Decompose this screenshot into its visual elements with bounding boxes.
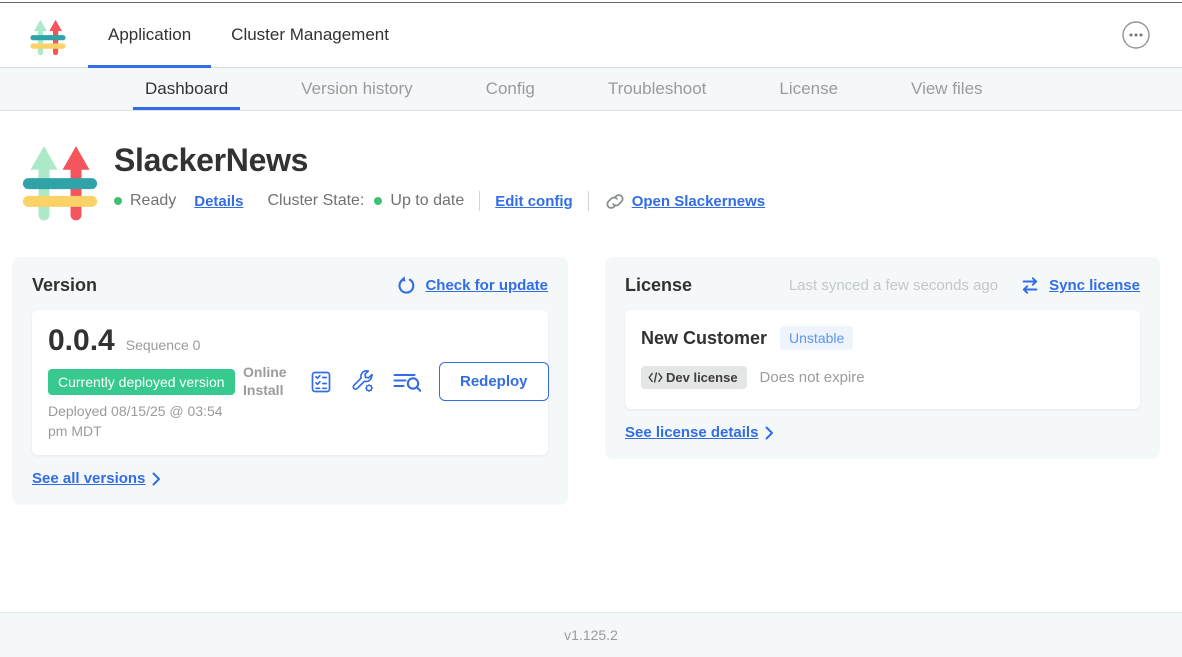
tab-version-history-label: Version history <box>301 79 413 99</box>
license-type-badge-label: Dev license <box>666 370 738 385</box>
check-for-update[interactable]: Check for update <box>397 276 548 295</box>
license-type-badge: Dev license <box>641 366 747 389</box>
see-license-details[interactable]: See license details <box>625 424 1140 441</box>
sync-license-link[interactable]: Sync license <box>1049 277 1140 294</box>
cluster-state-value: Up to date <box>390 192 464 210</box>
customer-name: New Customer <box>641 328 767 349</box>
wrench-gear-icon <box>349 368 376 395</box>
current-version-panel: 0.0.4 Sequence 0 Currently deployed vers… <box>32 310 548 455</box>
code-icon <box>648 372 663 383</box>
link-icon <box>604 192 626 211</box>
license-details-panel: New Customer Unstable Dev license Does n… <box>625 310 1140 409</box>
see-all-versions-link[interactable]: See all versions <box>32 470 145 487</box>
tab-view-files-label: View files <box>911 79 983 99</box>
app-status-dot <box>114 197 122 205</box>
chevron-right-icon <box>152 472 161 486</box>
tab-troubleshoot[interactable]: Troubleshoot <box>596 68 719 110</box>
version-card: Version Check for update 0.0.4 Sequence … <box>12 257 568 505</box>
sequence-label: Sequence 0 <box>126 337 201 353</box>
tab-cluster-management-label: Cluster Management <box>231 25 389 45</box>
license-card: License Last synced a few seconds ago Sy… <box>605 257 1160 459</box>
tab-application[interactable]: Application <box>88 3 211 67</box>
tab-license[interactable]: License <box>767 68 850 110</box>
more-menu-button[interactable] <box>1122 21 1150 49</box>
console-version: v1.125.2 <box>564 627 618 643</box>
dashboard-cards: Version Check for update 0.0.4 Sequence … <box>0 222 1182 505</box>
app-logo-icon <box>30 15 66 56</box>
tab-cluster-management[interactable]: Cluster Management <box>211 3 409 67</box>
app-header: SlackerNews Ready Details Cluster State:… <box>0 111 1182 222</box>
tab-config[interactable]: Config <box>474 68 547 110</box>
channel-badge: Unstable <box>780 326 853 350</box>
tab-dashboard-label: Dashboard <box>145 79 228 99</box>
tab-dashboard[interactable]: Dashboard <box>133 68 240 110</box>
top-nav-tabs: Application Cluster Management <box>88 3 409 67</box>
tab-troubleshoot-label: Troubleshoot <box>608 79 707 99</box>
edit-config-icon-button[interactable] <box>349 368 376 395</box>
open-app-link-label: Open Slackernews <box>632 193 765 210</box>
see-all-versions[interactable]: See all versions <box>32 470 548 487</box>
logs-search-icon <box>392 370 423 394</box>
license-card-title: License <box>625 275 692 296</box>
app-logo-large-icon <box>22 136 98 222</box>
sync-arrows-icon <box>1020 277 1040 294</box>
see-license-details-link[interactable]: See license details <box>625 424 758 441</box>
redeploy-button[interactable]: Redeploy <box>439 362 549 401</box>
tab-license-label: License <box>779 79 838 99</box>
app-status-row: Ready Details Cluster State: Up to date … <box>114 191 765 211</box>
divider <box>479 191 480 211</box>
edit-config-link[interactable]: Edit config <box>495 193 573 210</box>
version-card-title: Version <box>32 275 97 296</box>
check-for-update-link[interactable]: Check for update <box>425 277 548 294</box>
version-number: 0.0.4 <box>48 324 115 358</box>
details-link[interactable]: Details <box>194 193 243 210</box>
refresh-icon <box>397 276 416 295</box>
tab-view-files[interactable]: View files <box>899 68 995 110</box>
app-footer: v1.125.2 <box>0 612 1182 657</box>
open-app-link[interactable]: Open Slackernews <box>604 192 765 211</box>
divider <box>588 191 589 211</box>
cluster-state-dot <box>374 197 382 205</box>
install-type-label: Online Install <box>243 364 293 399</box>
app-sub-nav: Dashboard Version history Config Trouble… <box>0 68 1182 111</box>
deployed-status-badge: Currently deployed version <box>48 369 235 395</box>
page-title: SlackerNews <box>114 142 765 179</box>
top-header: Application Cluster Management <box>0 3 1182 68</box>
checklist-icon <box>309 370 333 394</box>
ellipsis-circle-icon <box>1122 21 1150 49</box>
tab-application-label: Application <box>108 25 191 45</box>
chevron-right-icon <box>765 426 774 440</box>
cluster-state-label: Cluster State: <box>267 192 364 210</box>
tab-config-label: Config <box>486 79 535 99</box>
preflight-checks-button[interactable] <box>309 370 333 394</box>
deploy-logs-button[interactable] <box>392 370 423 394</box>
license-expiration: Does not expire <box>760 369 865 386</box>
app-status-label: Ready <box>130 192 176 210</box>
last-synced-text: Last synced a few seconds ago <box>789 277 998 294</box>
deployed-timestamp: Deployed 08/15/25 @ 03:54 pm MDT <box>48 402 243 441</box>
tab-version-history[interactable]: Version history <box>289 68 425 110</box>
